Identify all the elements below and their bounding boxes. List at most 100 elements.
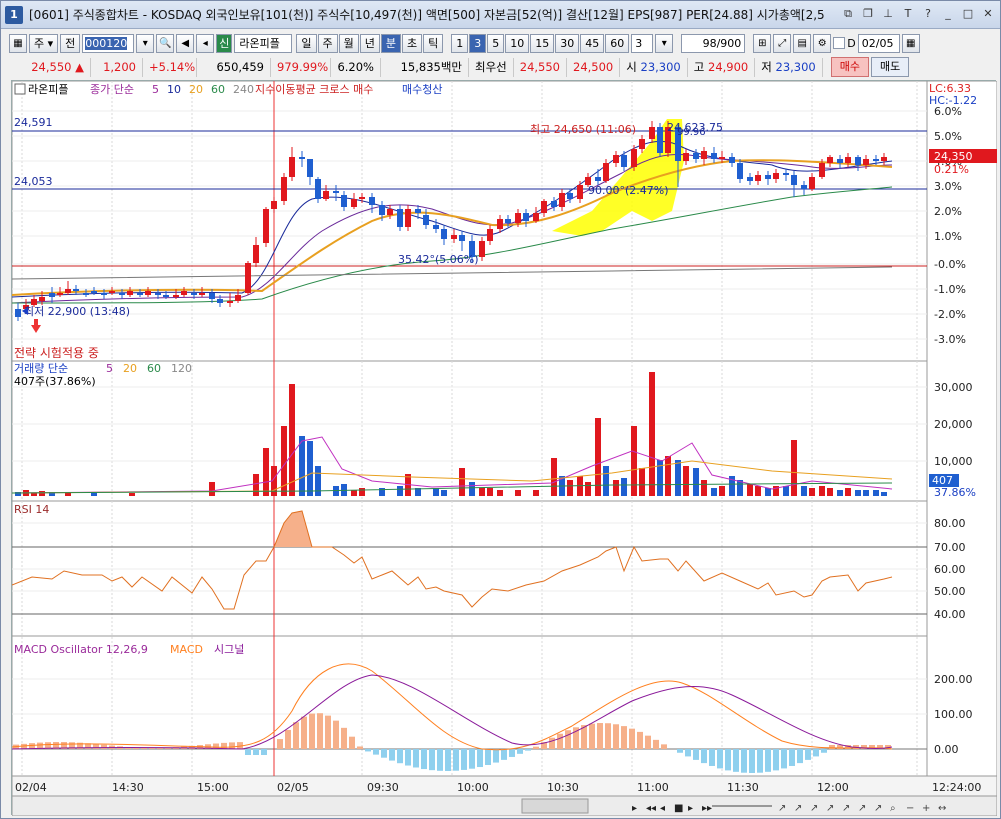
tool-icon[interactable]: ↗ <box>810 803 818 814</box>
period-4[interactable]: 분 <box>380 33 402 53</box>
grid-menu-icon[interactable]: ▦ <box>9 33 27 53</box>
tool-icon[interactable]: ↔ <box>938 803 946 814</box>
vol-legend-period: 20 <box>123 362 137 375</box>
period-2[interactable]: 월 <box>338 33 359 53</box>
chart-svg[interactable]: 02/04 14:30 15:00 02/05 09:30 10:00 10:30 11:00… <box>11 80 998 817</box>
macd-osc-bar <box>485 749 491 765</box>
buy-button[interactable]: 매수 <box>830 57 869 77</box>
candle-body <box>765 175 771 179</box>
period-5[interactable]: 초 <box>402 33 423 53</box>
x-label: 11:00 <box>637 781 669 794</box>
date-checkbox[interactable] <box>833 37 846 49</box>
pin-icon[interactable]: ⊥ <box>880 6 896 22</box>
mid-annot2: 90.00°(2.47%) <box>588 184 669 197</box>
tool-icon[interactable]: ↗ <box>842 803 850 814</box>
stock-code-input[interactable]: 000120 <box>82 33 135 53</box>
scale-icon[interactable]: ⤢ <box>773 33 792 53</box>
tool-icon[interactable]: ↗ <box>858 803 866 814</box>
tool-icon[interactable]: + <box>922 803 930 814</box>
tool-icon[interactable]: ↗ <box>874 803 882 814</box>
macd-osc-bar <box>693 749 699 760</box>
playback-control[interactable]: ▸▸ <box>702 803 712 814</box>
interval-10[interactable]: 10 <box>505 33 530 53</box>
link-icon[interactable]: ⧉ <box>840 6 856 22</box>
window-layout-icon[interactable]: ❐ <box>860 6 876 22</box>
period-6[interactable]: 틱 <box>423 33 444 53</box>
candle-body <box>109 291 115 293</box>
date-input[interactable]: 02/05 <box>857 33 900 53</box>
compare-icon[interactable]: ⊞ <box>753 33 772 53</box>
close-icon[interactable]: ✕ <box>980 6 996 22</box>
macd-osc-bar <box>661 744 667 749</box>
playback-control[interactable]: ◂◂ <box>646 803 656 814</box>
playback-control[interactable]: ■ <box>674 803 683 814</box>
code-dropdown-icon[interactable]: ▾ <box>136 33 155 53</box>
prev-stock-icon[interactable]: ◂ <box>196 33 215 53</box>
stock-name: 라온피플 <box>234 33 293 53</box>
volume-bar <box>533 490 539 496</box>
vol-legend-period: 60 <box>147 362 161 375</box>
sell-button[interactable]: 매도 <box>871 57 910 77</box>
volume-bar <box>613 480 619 496</box>
candle-body <box>397 209 403 227</box>
strategy-label: 전략 시험적용 중 <box>14 346 99 360</box>
help-icon[interactable]: ? <box>920 6 936 22</box>
interval-dropdown-icon[interactable]: ▾ <box>655 33 674 53</box>
playback-control[interactable]: ◂ <box>660 803 665 814</box>
period-1[interactable]: 주 <box>317 33 338 53</box>
tool-icon[interactable]: ↗ <box>826 803 834 814</box>
interval-30[interactable]: 30 <box>555 33 580 53</box>
print-icon[interactable]: ▤ <box>793 33 812 53</box>
current-pct-tag: 0.21% <box>934 163 969 176</box>
volume-bar <box>765 488 771 496</box>
minimize-icon[interactable]: _ <box>940 6 956 22</box>
calendar-icon[interactable]: ▦ <box>901 33 920 53</box>
candle-body <box>613 155 619 163</box>
x-label: 15:00 <box>197 781 229 794</box>
sound-icon[interactable]: ◀ <box>176 33 195 53</box>
interval-1[interactable]: 1 <box>451 33 469 53</box>
period-0[interactable]: 일 <box>296 33 317 53</box>
price-tick: 3.0% <box>934 180 962 193</box>
playback-control[interactable]: ▸ <box>632 803 637 814</box>
font-icon[interactable]: T <box>900 6 916 22</box>
prev-button[interactable]: 전 <box>60 33 81 53</box>
volume-bar <box>603 466 609 496</box>
tool-icon[interactable]: ↗ <box>778 803 786 814</box>
tool-icon[interactable]: − <box>906 803 914 814</box>
tool-icon[interactable]: ⌕ <box>890 803 896 814</box>
interval-15[interactable]: 15 <box>530 33 555 53</box>
volume-bar <box>819 486 825 496</box>
macd-osc-bar <box>549 737 555 749</box>
count-input[interactable]: 98/900 <box>681 33 746 53</box>
volume-bar <box>837 490 843 496</box>
search-icon[interactable]: 🔍 <box>156 33 175 53</box>
candle-body <box>281 177 287 201</box>
tool-icon[interactable]: ↗ <box>794 803 802 814</box>
volume-bar <box>359 488 365 496</box>
volume-bar <box>649 372 655 496</box>
interval-60[interactable]: 60 <box>605 33 630 53</box>
candle-body <box>881 157 887 161</box>
maximize-icon[interactable]: □ <box>960 6 976 22</box>
macd-osc-bar <box>261 749 267 755</box>
hline2-label: 24,053 <box>14 175 53 188</box>
macd-osc-bar <box>677 749 683 753</box>
period-3[interactable]: 년 <box>359 33 380 53</box>
volume-bar <box>551 458 557 496</box>
candle-body <box>181 291 187 295</box>
interval-input[interactable]: 3 <box>631 33 654 53</box>
type-select[interactable]: 주 ▾ <box>29 33 59 53</box>
interval-5[interactable]: 5 <box>487 33 505 53</box>
scroll-thumb[interactable] <box>521 798 589 814</box>
best-bid: 24,500 <box>567 57 621 77</box>
volume-bar <box>711 488 717 496</box>
playback-control[interactable]: ▸ <box>688 803 693 814</box>
interval-45[interactable]: 45 <box>580 33 605 53</box>
price-tick: -3.0% <box>934 333 966 346</box>
interval-3[interactable]: 3 <box>469 33 487 53</box>
candle-body <box>791 175 797 185</box>
chart-area[interactable]: 02/04 14:30 15:00 02/05 09:30 10:00 10:30 11:00… <box>11 80 998 817</box>
settings-icon[interactable]: ⚙ <box>813 33 832 53</box>
legend-name: 라온피플 <box>28 83 68 96</box>
